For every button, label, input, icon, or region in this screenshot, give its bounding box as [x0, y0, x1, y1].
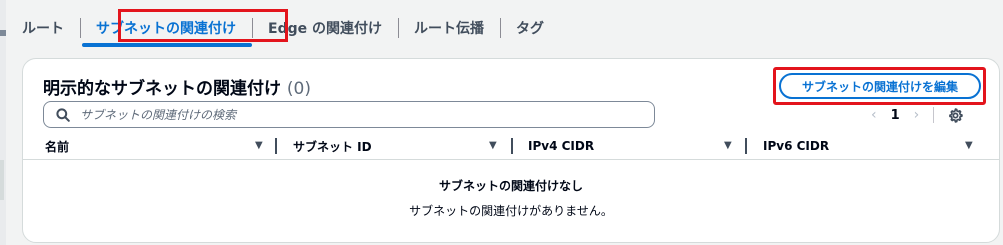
- sort-caret-icon[interactable]: ▼: [965, 140, 973, 151]
- search-icon: [56, 107, 70, 122]
- tab-edge-associations[interactable]: Edge の関連付け: [268, 8, 382, 48]
- tab-divider: [252, 18, 253, 38]
- sort-caret-icon[interactable]: ▼: [724, 140, 732, 151]
- tab-route-propagation[interactable]: ルート伝播: [414, 8, 484, 48]
- edit-subnet-associations-button[interactable]: サブネットの関連付けを編集: [779, 73, 981, 99]
- sort-caret-icon[interactable]: ▼: [489, 140, 497, 151]
- panel-title: 明示的なサブネットの関連付け (0): [43, 74, 311, 99]
- chevron-left-icon[interactable]: ‹: [871, 107, 877, 123]
- gear-icon[interactable]: [948, 107, 963, 123]
- chevron-right-icon[interactable]: ›: [914, 107, 920, 123]
- search-input[interactable]: [80, 107, 640, 122]
- tab-label: ルート伝播: [413, 21, 484, 37]
- tab-divider: [499, 18, 501, 38]
- item-count: (0): [286, 79, 312, 99]
- tab-label: ルート: [22, 21, 64, 37]
- page-number[interactable]: 1: [891, 108, 900, 123]
- empty-state: サブネットの関連付けなし サブネットの関連付けがありません。: [23, 177, 999, 219]
- tab-divider: [397, 18, 399, 38]
- left-edge-strip: [0, 0, 6, 245]
- active-tab-indicator: [82, 43, 252, 47]
- tab-divider: [80, 18, 81, 38]
- column-divider[interactable]: [511, 138, 513, 154]
- tab-routes[interactable]: ルート: [22, 8, 64, 48]
- column-header-subnet-id[interactable]: サブネット ID: [293, 135, 372, 157]
- search-box: [43, 101, 655, 128]
- tab-tags[interactable]: タグ: [516, 8, 544, 48]
- header-divider: [23, 159, 999, 160]
- tab-label: サブネットの関連付け: [96, 21, 236, 37]
- table-header: 名前 ▼ サブネット ID ▼ IPv4 CIDR ▼ IPv6 CIDR ▼: [43, 135, 981, 157]
- tab-bar: ルート サブネットの関連付け Edge の関連付け ルート伝播 タグ: [22, 8, 544, 48]
- column-label: IPv6 CIDR: [763, 139, 830, 153]
- pagination: ‹ 1 ›: [871, 106, 963, 124]
- tab-label: タグ: [515, 21, 544, 37]
- column-label: サブネット ID: [293, 139, 372, 154]
- pager-divider: [933, 107, 935, 123]
- column-label: 名前: [45, 139, 70, 154]
- column-divider[interactable]: [275, 138, 277, 154]
- column-divider[interactable]: [745, 138, 747, 154]
- tab-label: Edge の関連付け: [268, 21, 382, 37]
- column-label: IPv4 CIDR: [528, 139, 595, 153]
- edge-mark: [0, 160, 4, 200]
- empty-state-description: サブネットの関連付けがありません。: [409, 204, 613, 218]
- subnet-associations-panel: 明示的なサブネットの関連付け (0) サブネットの関連付けを編集 ‹ 1 ›: [22, 58, 1000, 243]
- empty-state-title: サブネットの関連付けなし: [438, 179, 583, 193]
- edge-mark: [0, 30, 6, 36]
- tab-subnet-associations[interactable]: サブネットの関連付け: [82, 8, 252, 48]
- panel-title-text: 明示的なサブネットの関連付け: [43, 79, 281, 99]
- column-header-ipv4-cidr[interactable]: IPv4 CIDR: [528, 135, 594, 157]
- sort-caret-icon[interactable]: ▼: [255, 140, 263, 151]
- column-header-ipv6-cidr[interactable]: IPv6 CIDR: [763, 135, 829, 157]
- column-header-name[interactable]: 名前: [45, 135, 69, 157]
